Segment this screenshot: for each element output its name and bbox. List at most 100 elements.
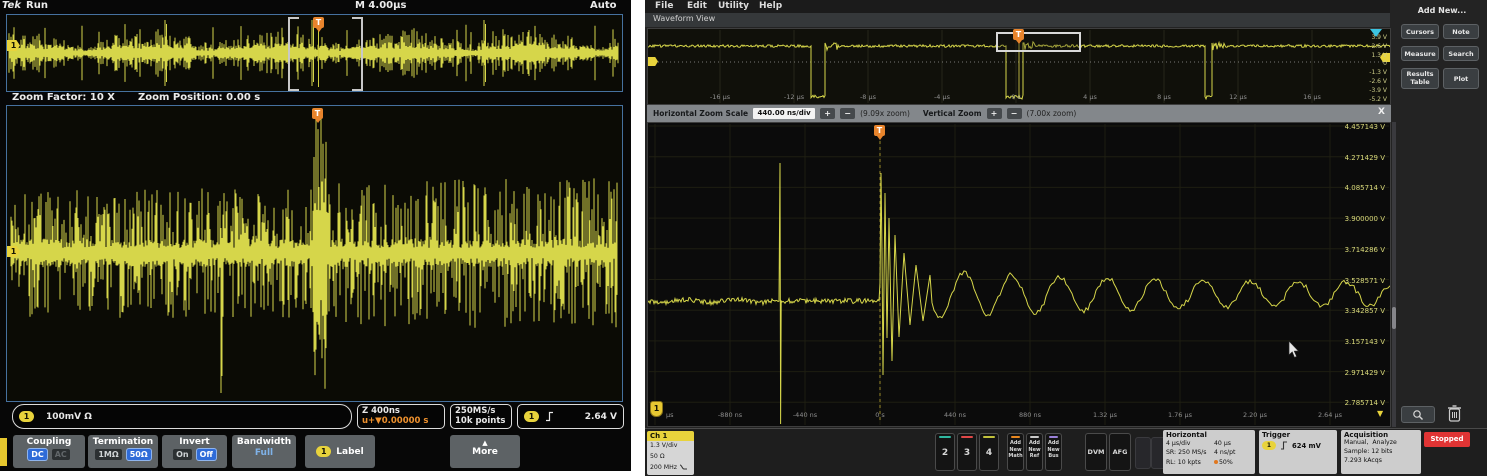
trigger-position-marker[interactable]: T [313, 17, 324, 28]
ch1-title: Ch 1 [647, 431, 694, 441]
overview-x-tick: -16 µs [710, 93, 730, 101]
horizontal-zoom-scale-label: Horizontal Zoom Scale [653, 109, 748, 118]
close-zoom-icon[interactable]: X [1378, 107, 1385, 117]
main-y-tick: 4.271429 V [1345, 154, 1385, 162]
bandwidth-limit-icon [680, 464, 687, 470]
termination-button[interactable]: Termination 1MΩ 50Ω [88, 435, 158, 468]
coupling-button[interactable]: Coupling DC AC [13, 435, 85, 468]
h-position: 50% [1219, 459, 1233, 466]
main-y-tick: 3.157143 V [1345, 338, 1385, 346]
add-new-bus-button[interactable]: Add New Bus [1045, 433, 1062, 471]
overview-y-tick: -2.6 V [1369, 78, 1387, 85]
label-button[interactable]: 1 Label [305, 435, 375, 468]
mouse-cursor [1288, 341, 1300, 359]
channel1-badge[interactable]: 1 [650, 401, 663, 417]
invert-on-option[interactable]: On [173, 449, 192, 460]
zoom-window-bracket-right[interactable] [352, 17, 363, 91]
trigger-position-marker[interactable]: T [874, 125, 885, 136]
trigger-position-line [318, 29, 319, 87]
v-zoom-plus-button[interactable]: + [987, 108, 1002, 119]
main-x-tick: 880 ns [1019, 411, 1041, 419]
overview-y-tick: -3.9 V [1369, 87, 1387, 94]
trash-icon[interactable] [1447, 404, 1462, 423]
invert-button[interactable]: Invert On Off [162, 435, 227, 468]
bus-color-stripe [1049, 436, 1058, 438]
zoom-region-box[interactable] [996, 32, 1081, 52]
menu-edit[interactable]: Edit [687, 1, 707, 11]
ch1-impedance: 50 Ω [650, 452, 694, 463]
termination-1m-option[interactable]: 1MΩ [95, 449, 121, 460]
scrollbar-grip[interactable] [1392, 307, 1396, 329]
channel3-label: 3 [964, 448, 970, 458]
channel4-button[interactable]: 4 [979, 433, 999, 471]
screenshot-canvas: Tek Run M 4.00µs Auto T 1 Zoom Factor: 1… [0, 0, 1487, 476]
add-new-math-button[interactable]: Add New Math [1007, 433, 1024, 471]
zoom-position-value: 0.00000 s [382, 416, 429, 426]
add-new-ref-button[interactable]: Add New Ref [1026, 433, 1043, 471]
coupling-dc-option[interactable]: DC [28, 449, 47, 460]
add-note-button[interactable]: Note [1443, 24, 1479, 39]
afg-button[interactable]: AFG [1109, 433, 1131, 471]
trigger-level-value: 2.64 V [585, 412, 617, 422]
vertical-scrollbar[interactable] [1392, 122, 1396, 427]
offscreen-arrow-icon: ▼ [1377, 409, 1383, 418]
horizontal-title: Horizontal [1166, 431, 1252, 439]
zoom-window-bracket-left[interactable] [288, 17, 299, 91]
invert-off-option[interactable]: Off [197, 449, 216, 460]
more-button[interactable]: ▲ More [450, 435, 520, 468]
v-zoom-minus-button[interactable]: − [1007, 108, 1022, 119]
channel4-color-stripe [983, 436, 995, 438]
overview-x-tick: 4 µs [1083, 93, 1097, 101]
channel-scale-text: 100mV Ω [46, 412, 92, 422]
trigger-settings-badge[interactable]: Trigger 1 624 mV [1259, 430, 1337, 474]
add-plot-button[interactable]: Plot [1443, 68, 1479, 89]
horizontal-zoom-scale-input[interactable]: 440.00 ns/div [753, 108, 815, 119]
acquisition-readout: 250MS/s 10k points [450, 404, 512, 429]
invert-title: Invert [162, 437, 227, 447]
add-cursors-button[interactable]: Cursors [1401, 24, 1439, 39]
coupling-ac-option[interactable]: AC [52, 449, 70, 460]
trigger-source-badge: 1 [524, 411, 539, 422]
add-measure-button[interactable]: Measure [1401, 46, 1439, 61]
stopped-status-button[interactable]: Stopped [1424, 432, 1470, 447]
termination-50-option[interactable]: 50Ω [127, 449, 151, 460]
waveform-view-title: Waveform View [653, 14, 715, 23]
horizontal-settings-badge[interactable]: Horizontal 4 µs/div 40 µs SR: 250 MS/s 4… [1163, 430, 1255, 474]
dvm-button[interactable]: DVM [1085, 433, 1107, 471]
bandwidth-button[interactable]: Bandwidth Full [232, 435, 296, 468]
zoom-mode-button[interactable] [1401, 406, 1435, 423]
add-results-table-button[interactable]: Results Table [1401, 68, 1439, 89]
label-title: Label [336, 447, 363, 457]
side-panel: Add New... Cursors Note Measure Search R… [1397, 0, 1487, 428]
acquisition-count: 7.293 kAcqs [1344, 457, 1418, 466]
channel2-button[interactable]: 2 [935, 433, 955, 471]
h-sample-rate: SR: 250 MS/s [1166, 448, 1214, 457]
channel1-settings-badge[interactable]: Ch 1 1.3 V/div 50 Ω 200 MHz [647, 431, 694, 475]
h-duration: 40 µs [1214, 439, 1252, 448]
add-search-button[interactable]: Search [1443, 46, 1479, 61]
acquisition-title: Acquisition [1344, 431, 1418, 439]
zoom-scale-value: Z 400ns [362, 406, 440, 416]
trigger-position-marker[interactable]: T [312, 108, 323, 119]
channel4-label: 4 [986, 448, 992, 458]
channel-readout: 1 100mV Ω [12, 404, 352, 429]
menu-help[interactable]: Help [759, 1, 782, 11]
trigger-slope-icon [545, 411, 554, 422]
overview-plot: T -16 µs-12 µs-8 µs-4 µs0 s4 µs8 µs12 µs… [647, 28, 1391, 105]
trigger-position-marker[interactable]: T [1013, 29, 1024, 40]
channel3-button[interactable]: 3 [957, 433, 977, 471]
empty-slot-button[interactable] [1135, 437, 1151, 469]
position-dot-icon [1214, 460, 1218, 464]
h-zoom-plus-button[interactable]: + [820, 108, 835, 119]
acquisition-settings-badge[interactable]: Acquisition Manual, Analyze Sample: 12 b… [1341, 430, 1421, 474]
waveform-view-tab[interactable]: Waveform View [645, 13, 1390, 27]
ref-color-stripe [1030, 436, 1039, 438]
h-zoom-minus-button[interactable]: − [840, 108, 855, 119]
ch1-bandwidth: 200 MHz [650, 464, 677, 471]
menu-utility[interactable]: Utility [718, 1, 749, 11]
menu-file[interactable]: File [655, 1, 673, 11]
main-y-tick: 2.971429 V [1345, 369, 1385, 377]
main-y-tick: 3.342857 V [1345, 307, 1385, 315]
coupling-title: Coupling [13, 437, 85, 447]
zoom-toolbar: Horizontal Zoom Scale 440.00 ns/div + − … [647, 105, 1391, 122]
